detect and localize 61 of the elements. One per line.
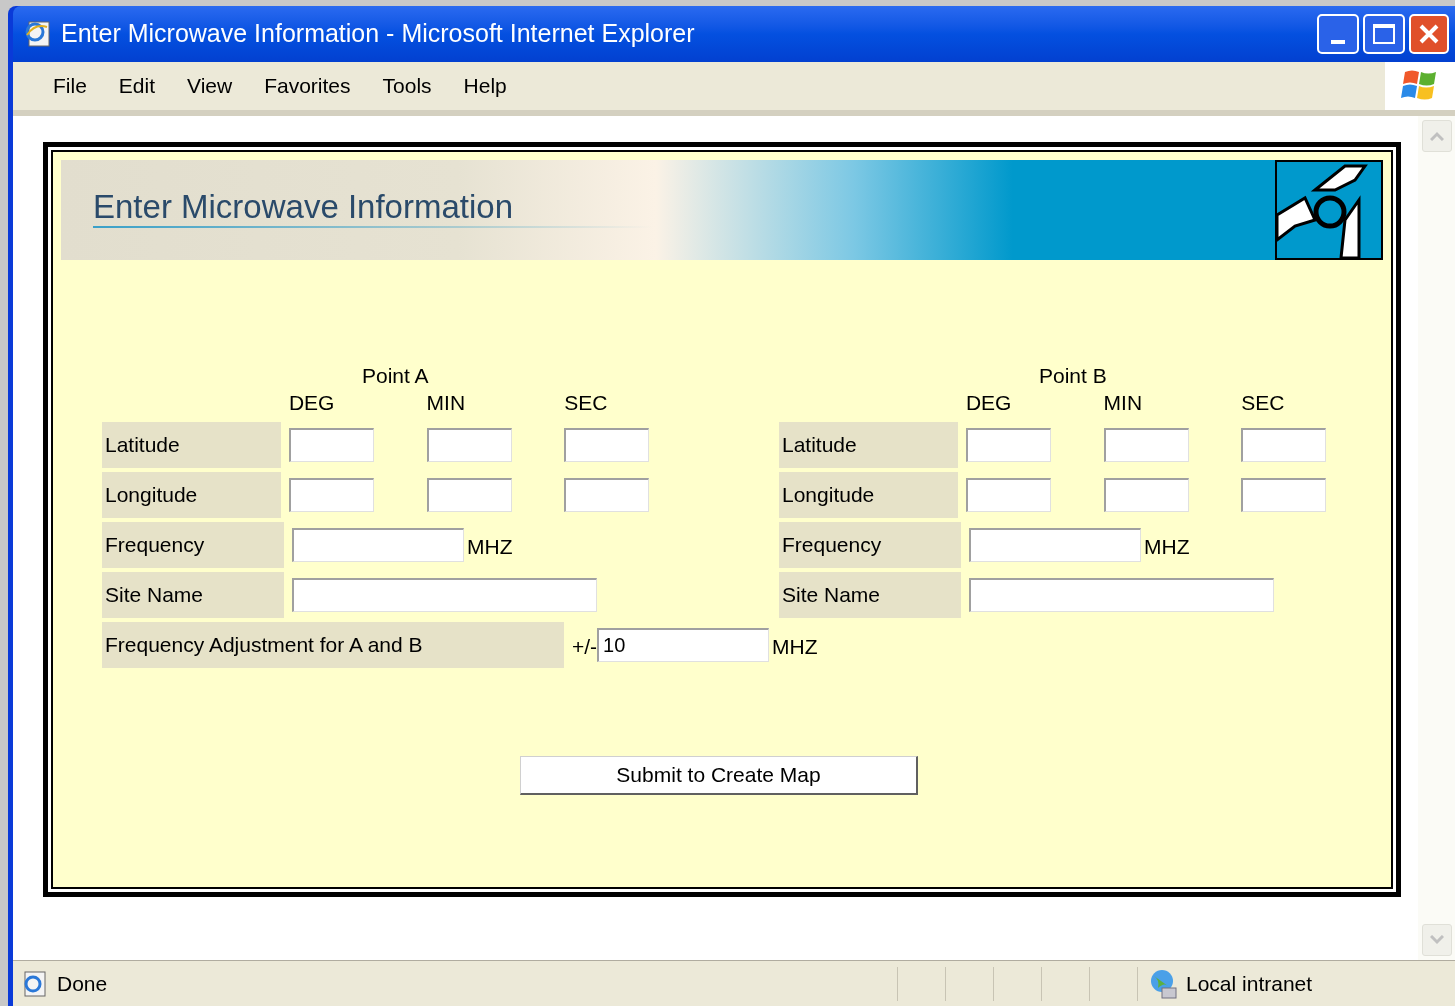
input-field[interactable]	[292, 528, 464, 562]
column-heading: MIN	[426, 391, 466, 415]
input-field[interactable]	[292, 578, 597, 612]
input-field[interactable]	[426, 428, 512, 462]
field-label: Frequency Adjustment for A and B	[102, 622, 564, 668]
input-field[interactable]	[966, 428, 1051, 462]
column-heading: DEG	[288, 391, 335, 415]
input-field[interactable]	[289, 428, 374, 462]
field-label: Latitude	[102, 422, 281, 468]
browser-page-icon	[23, 19, 53, 49]
close-button[interactable]	[1409, 14, 1449, 54]
field-label: Latitude	[779, 422, 958, 468]
field-label: Longitude	[102, 472, 281, 518]
menu-item[interactable]: Favorites	[264, 70, 351, 102]
input-field[interactable]	[564, 428, 650, 462]
minimize-icon	[1331, 40, 1345, 44]
input-field[interactable]	[564, 478, 650, 512]
plus-minus-label: +/-	[572, 634, 598, 661]
globe-computer-icon	[1148, 967, 1180, 1000]
scroll-down-button[interactable]	[1421, 924, 1452, 956]
field-label: Longitude	[779, 472, 958, 518]
menu-item[interactable]: Edit	[118, 70, 156, 102]
zone-text: Local intranet	[1186, 970, 1313, 997]
submit-button[interactable]: Submit to Create Map	[520, 756, 918, 795]
input-field[interactable]	[1241, 478, 1327, 512]
column-heading: SEC	[1241, 391, 1285, 415]
input-field[interactable]: 10	[597, 628, 770, 662]
page-heading: Enter Microwave Information	[93, 190, 513, 223]
input-field[interactable]	[1103, 478, 1189, 512]
field-label: Site Name	[102, 572, 284, 618]
input-field[interactable]	[1241, 428, 1327, 462]
window-title: Enter Microwave Information - Microsoft Internet Explorer	[61, 18, 695, 50]
field-label: Frequency	[102, 522, 284, 568]
point-heading: Point A	[362, 365, 429, 386]
close-icon	[1418, 23, 1440, 45]
input-field[interactable]	[289, 478, 374, 512]
field-label: Site Name	[779, 572, 961, 618]
chevron-down-icon	[1429, 935, 1444, 945]
minimize-button[interactable]	[1317, 14, 1359, 54]
input-field[interactable]	[969, 578, 1274, 612]
menu-item[interactable]: Help	[463, 70, 507, 102]
column-heading: MIN	[1103, 391, 1143, 415]
menu-item[interactable]: File	[53, 70, 87, 102]
column-heading: DEG	[965, 391, 1012, 415]
point-heading: Point B	[1039, 365, 1107, 386]
maximize-icon	[1373, 24, 1395, 44]
maximize-button[interactable]	[1363, 14, 1405, 54]
unit-label: MHZ	[1144, 534, 1190, 561]
field-label: Frequency	[779, 522, 961, 568]
column-heading: SEC	[564, 391, 608, 415]
unit-label: MHZ	[467, 534, 513, 561]
input-field[interactable]	[966, 478, 1051, 512]
menu-item[interactable]: Tools	[382, 70, 432, 102]
chevron-up-icon	[1429, 131, 1444, 141]
scroll-up-button[interactable]	[1421, 120, 1452, 152]
status-text: Done	[57, 970, 109, 997]
unit-label: MHZ	[772, 634, 818, 661]
menu-item[interactable]: View	[187, 70, 233, 102]
input-field[interactable]	[1103, 428, 1189, 462]
input-field[interactable]	[969, 528, 1141, 562]
input-field[interactable]	[426, 478, 512, 512]
